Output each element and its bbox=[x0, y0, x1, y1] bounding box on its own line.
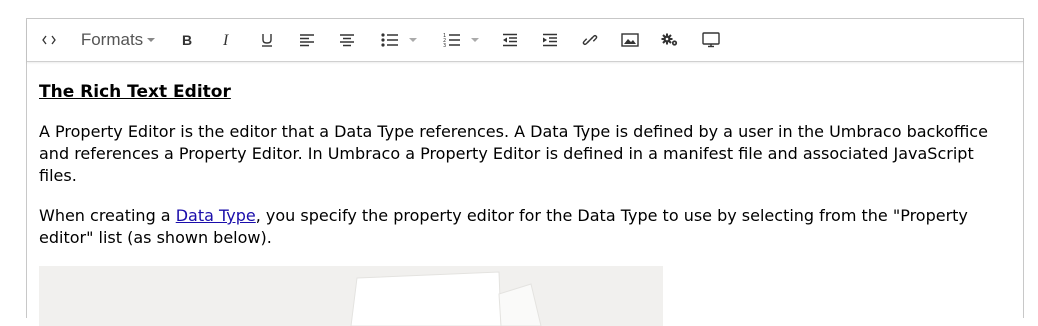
image-icon bbox=[621, 33, 639, 47]
chevron-down-icon bbox=[409, 38, 417, 42]
content-paragraph: A Property Editor is the editor that a D… bbox=[39, 122, 988, 185]
chevron-down-icon bbox=[147, 38, 156, 42]
align-left-icon bbox=[299, 33, 315, 47]
embedded-screenshot-image bbox=[39, 266, 663, 326]
formats-label: Formats bbox=[80, 30, 144, 49]
monitor-icon bbox=[702, 32, 720, 48]
outdent-button[interactable] bbox=[497, 19, 523, 61]
content-paragraph: When creating a Data Type, you specify t… bbox=[39, 205, 1009, 249]
formats-dropdown[interactable]: Formats bbox=[75, 19, 161, 61]
source-code-button[interactable] bbox=[35, 19, 63, 61]
align-center-icon bbox=[339, 33, 355, 47]
link-button[interactable] bbox=[577, 19, 603, 61]
link-icon bbox=[582, 32, 598, 48]
bold-button[interactable]: B bbox=[174, 19, 200, 61]
code-icon bbox=[42, 35, 56, 45]
svg-text:B: B bbox=[182, 33, 192, 47]
embed-button[interactable] bbox=[697, 19, 725, 61]
underline-button[interactable] bbox=[254, 19, 280, 61]
italic-button[interactable]: I bbox=[214, 19, 240, 61]
bullet-list-button[interactable] bbox=[374, 19, 424, 61]
data-type-link[interactable]: Data Type bbox=[176, 206, 256, 225]
bold-icon: B bbox=[181, 33, 193, 47]
content-heading: The Rich Text Editor bbox=[39, 82, 231, 102]
macro-button[interactable] bbox=[657, 19, 683, 61]
svg-text:I: I bbox=[222, 33, 229, 47]
align-center-button[interactable] bbox=[334, 19, 360, 61]
outdent-icon bbox=[502, 33, 518, 47]
svg-text:3: 3 bbox=[443, 43, 446, 48]
image-button[interactable] bbox=[617, 19, 643, 61]
indent-icon bbox=[542, 33, 558, 47]
rich-text-editor: Formats B I 1 2 3 The Rich Text Editor A… bbox=[26, 18, 1024, 326]
chevron-down-icon bbox=[471, 38, 479, 42]
align-left-button[interactable] bbox=[294, 19, 320, 61]
gears-icon bbox=[661, 33, 679, 47]
numbered-list-icon: 123 bbox=[443, 32, 461, 48]
paragraph-text: When creating a bbox=[39, 206, 176, 225]
editor-toolbar: Formats B I 1 2 3 bbox=[27, 19, 1023, 62]
italic-icon: I bbox=[221, 33, 233, 47]
indent-button[interactable] bbox=[537, 19, 563, 61]
bullet-list-icon bbox=[381, 33, 399, 47]
underline-icon bbox=[261, 33, 273, 47]
numbered-list-button[interactable]: 123 bbox=[436, 19, 486, 61]
